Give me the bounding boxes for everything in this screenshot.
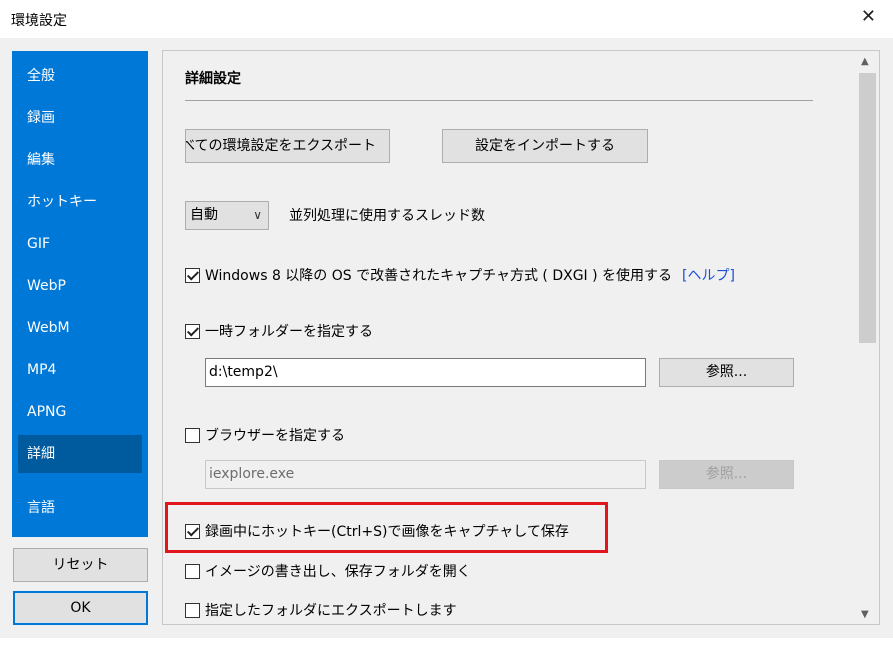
browser-input: iexplore.exe	[205, 460, 646, 489]
export-folder-option[interactable]: 指定したフォルダにエクスポートします	[185, 599, 457, 621]
export-settings-label: すべての環境設定をエクスポート	[185, 138, 377, 154]
dxgi-checkbox[interactable]	[185, 267, 200, 283]
open-folder-label: イメージの書き出し、保存フォルダを開く	[205, 564, 471, 580]
sidebar-item-general[interactable]: 全般	[18, 57, 142, 95]
section-divider	[185, 100, 813, 101]
sidebar-item-webm[interactable]: WebM	[18, 309, 142, 347]
open-folder-checkbox[interactable]	[185, 563, 200, 579]
advanced-settings-panel: 詳細設定 すべての環境設定をエクスポート 設定をインポートする 自動 ∨ 並列処…	[162, 50, 880, 625]
scrollbar-thumb[interactable]	[859, 73, 876, 343]
sidebar-item-mp4[interactable]: MP4	[18, 351, 142, 389]
export-folder-checkbox[interactable]	[185, 602, 200, 618]
browse-browser-button: 参照...	[659, 460, 794, 489]
browser-label: ブラウザーを指定する	[205, 428, 345, 444]
chevron-down-icon: ∨	[253, 208, 262, 222]
thread-count-value: 自動	[190, 207, 218, 223]
export-settings-button[interactable]: すべての環境設定をエクスポート	[185, 129, 390, 163]
window-bottom-edge	[0, 638, 893, 649]
temp-folder-input[interactable]: d:\temp2\	[205, 358, 646, 387]
hotkey-capture-option[interactable]: 録画中にホットキー(Ctrl+S)で画像をキャプチャして保存	[185, 520, 569, 542]
import-settings-button[interactable]: 設定をインポートする	[442, 129, 648, 163]
hotkey-capture-checkbox[interactable]	[185, 523, 200, 539]
sidebar-item-gif[interactable]: GIF	[18, 225, 142, 263]
help-link[interactable]: [ヘルプ]	[682, 265, 735, 285]
close-icon[interactable]: ✕	[861, 8, 876, 26]
temp-folder-checkbox[interactable]	[185, 323, 200, 339]
sidebar-item-recording[interactable]: 録画	[18, 99, 142, 137]
browser-checkbox[interactable]	[185, 427, 200, 443]
thread-count-label: 並列処理に使用するスレッド数	[289, 208, 485, 224]
ok-button[interactable]: OK	[13, 591, 148, 625]
browse-temp-folder-button[interactable]: 参照...	[659, 358, 794, 387]
scroll-down-icon[interactable]: ▼	[861, 609, 869, 620]
browser-option[interactable]: ブラウザーを指定する	[185, 424, 345, 446]
hotkey-capture-label: 録画中にホットキー(Ctrl+S)で画像をキャプチャして保存	[205, 524, 569, 540]
sidebar-item-apng[interactable]: APNG	[18, 393, 142, 431]
dxgi-option[interactable]: Windows 8 以降の OS で改善されたキャプチャ方式 ( DXGI ) …	[185, 264, 735, 286]
sidebar-item-advanced[interactable]: 詳細	[18, 435, 142, 473]
vertical-scrollbar[interactable]: ▲ ▼	[855, 51, 879, 624]
sidebar: 全般 録画 編集 ホットキー GIF WebP WebM MP4 APNG 詳細…	[12, 51, 148, 537]
sidebar-item-webp[interactable]: WebP	[18, 267, 142, 305]
scroll-up-icon[interactable]: ▲	[861, 56, 869, 67]
section-title: 詳細設定	[185, 71, 241, 87]
temp-folder-label: 一時フォルダーを指定する	[205, 324, 373, 340]
temp-folder-option[interactable]: 一時フォルダーを指定する	[185, 320, 373, 342]
sidebar-item-hotkey[interactable]: ホットキー	[18, 183, 142, 221]
sidebar-item-edit[interactable]: 編集	[18, 141, 142, 179]
sidebar-item-language[interactable]: 言語	[18, 489, 142, 527]
thread-count-select[interactable]: 自動 ∨	[185, 201, 269, 230]
title-bar: 環境設定 ✕	[0, 0, 893, 38]
reset-button[interactable]: リセット	[13, 548, 148, 582]
window-title: 環境設定	[11, 13, 67, 29]
dxgi-label: Windows 8 以降の OS で改善されたキャプチャ方式 ( DXGI ) …	[205, 268, 673, 284]
export-folder-label: 指定したフォルダにエクスポートします	[205, 603, 457, 619]
open-folder-option[interactable]: イメージの書き出し、保存フォルダを開く	[185, 560, 471, 582]
